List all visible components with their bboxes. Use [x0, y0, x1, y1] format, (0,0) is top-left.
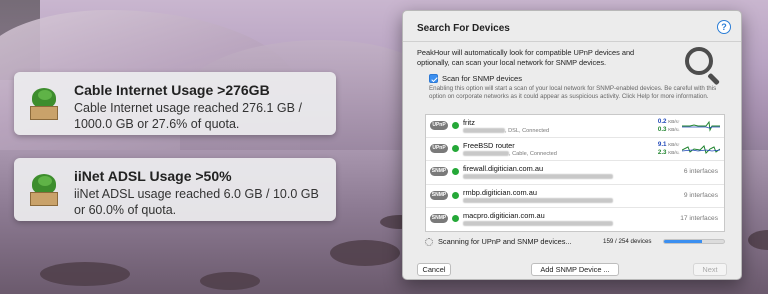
scan-progress-bar: [663, 239, 725, 244]
device-name: fritz: [463, 118, 475, 127]
protocol-badge: UPnP: [430, 121, 448, 130]
cancel-button[interactable]: Cancel: [417, 263, 451, 276]
protocol-badge: SNMP: [430, 167, 448, 177]
interface-count: 17 interfaces: [680, 214, 718, 222]
notification-body: Cable Internet usage reached 276.1 GB / …: [74, 101, 302, 131]
wallpaper-rock: [200, 272, 260, 290]
scan-count: 159 / 254 devices: [603, 238, 652, 245]
notification-body: iiNet ADSL usage reached 6.0 GB / 10.0 G…: [74, 187, 319, 217]
status-dot-icon: [452, 191, 459, 199]
snmp-scan-checkbox[interactable]: Scan for SNMP devices: [429, 74, 522, 83]
device-row[interactable]: SNMP firewall.digitician.com.au 6 interf…: [426, 161, 724, 185]
redacted-address: [463, 128, 505, 134]
intro-text: PeakHour will automatically look for com…: [417, 48, 635, 67]
device-list[interactable]: UPnP fritz , DSL, Connected 0.2 KB/s↑ 0.…: [425, 114, 725, 232]
device-details: , DSL, Connected: [463, 128, 549, 134]
device-details: [463, 220, 613, 227]
device-details: , Cable, Connected: [463, 151, 557, 157]
download-rate: 9.1: [657, 141, 667, 149]
help-button[interactable]: ?: [717, 20, 731, 34]
notification-adsl-usage[interactable]: iiNet ADSL Usage >50% iiNet ADSL usage r…: [14, 158, 336, 221]
snmp-scan-description: Enabling this option will start a scan o…: [429, 85, 717, 100]
device-name: firewall.digitician.com.au: [463, 164, 544, 174]
progress-fill: [664, 240, 702, 243]
next-button[interactable]: Next: [693, 263, 727, 276]
device-row[interactable]: UPnP FreeBSD router , Cable, Connected 9…: [426, 138, 724, 162]
dialog-title: Search For Devices: [417, 23, 510, 34]
notification-title: Cable Internet Usage >276GB: [74, 82, 270, 98]
device-name: macpro.digitician.com.au: [463, 210, 545, 220]
upload-rate: 2.3: [657, 149, 667, 157]
status-dot-icon: [452, 145, 459, 153]
download-rate: 0.2: [657, 118, 667, 125]
redacted-details: [463, 197, 613, 203]
peakhour-app-icon: [26, 174, 62, 208]
add-snmp-device-button[interactable]: Add SNMP Device ...: [531, 263, 619, 276]
spinner-icon: [425, 237, 433, 246]
interface-count: 9 interfaces: [683, 191, 718, 199]
interface-count: 6 interfaces: [683, 168, 718, 176]
status-dot-icon: [452, 122, 459, 129]
redacted-details: [463, 220, 613, 226]
checkbox-checked-icon[interactable]: [429, 74, 438, 83]
upload-rate: 0.3: [657, 126, 667, 133]
divider: [403, 41, 741, 42]
protocol-badge: SNMP: [430, 213, 448, 223]
search-devices-dialog: Search For Devices ? PeakHour will autom…: [402, 10, 742, 280]
peakhour-app-icon: [26, 88, 62, 122]
redacted-details: [463, 174, 613, 180]
device-row[interactable]: SNMP rmbp.digitician.com.au 9 interfaces: [426, 185, 724, 208]
magnifier-icon: [685, 47, 723, 87]
redacted-address: [463, 151, 509, 157]
protocol-badge: SNMP: [430, 190, 448, 200]
device-name: rmbp.digitician.com.au: [463, 187, 537, 197]
traffic-rates: 0.2 KB/s↑ 0.3 KB/s↓: [657, 118, 680, 133]
traffic-sparkline: [682, 120, 720, 132]
status-dot-icon: [452, 168, 459, 176]
device-details: [463, 197, 613, 204]
protocol-badge: UPnP: [430, 144, 448, 154]
device-details: [463, 174, 613, 180]
scan-status: Scanning for UPnP and SNMP devices...: [425, 237, 572, 246]
notification-cable-usage[interactable]: Cable Internet Usage >276GB Cable Intern…: [14, 72, 336, 135]
wallpaper-rock: [40, 262, 130, 286]
scan-status-text: Scanning for UPnP and SNMP devices...: [438, 237, 572, 246]
status-dot-icon: [452, 214, 459, 222]
device-row[interactable]: SNMP macpro.digitician.com.au 17 interfa…: [426, 208, 724, 231]
traffic-sparkline: [682, 145, 720, 155]
device-name: FreeBSD router: [463, 141, 515, 151]
notification-title: iiNet ADSL Usage >50%: [74, 168, 232, 184]
device-row[interactable]: UPnP fritz , DSL, Connected 0.2 KB/s↑ 0.…: [426, 115, 724, 139]
wallpaper-rock: [330, 240, 400, 266]
traffic-rates: 9.1 KB/s↑ 2.3 KB/s↓: [657, 141, 680, 157]
snmp-scan-label: Scan for SNMP devices: [442, 74, 523, 83]
